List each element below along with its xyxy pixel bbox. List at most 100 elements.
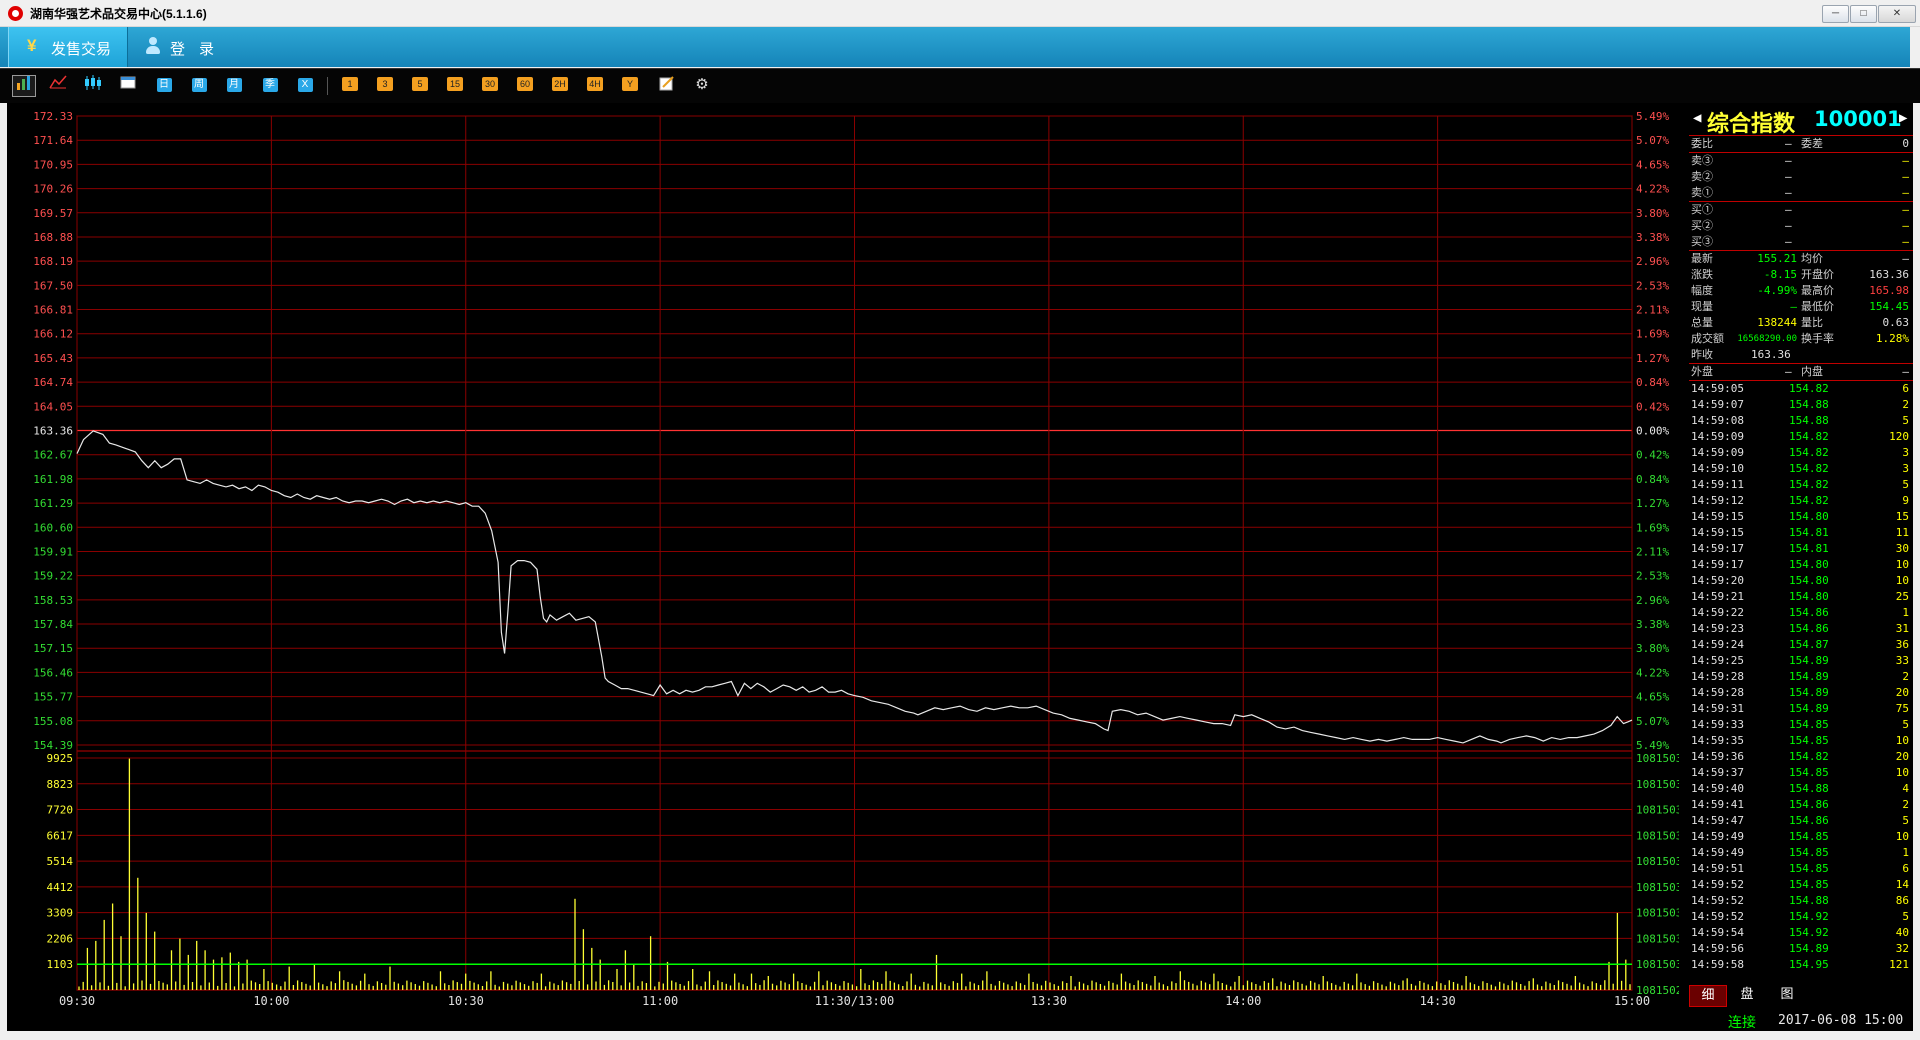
period-x-button[interactable]: X — [294, 75, 316, 95]
close-button[interactable]: ✕ — [1878, 5, 1916, 23]
time-tick-label: 09:30 — [59, 994, 95, 1008]
tick-row: 14:59:58 154.95 121 — [1689, 957, 1913, 973]
weibi-value: — — [1785, 137, 1792, 150]
calendar-button[interactable] — [117, 75, 139, 95]
tick-row: 14:59:17 154.81 30 — [1689, 541, 1913, 557]
nav-edge — [1910, 27, 1920, 67]
stat-label: 最低价 — [1801, 300, 1834, 313]
year-button[interactable]: Y — [619, 75, 641, 95]
price-tick-label: 164.05 — [33, 400, 73, 413]
tick-volume: 5 — [1902, 718, 1909, 731]
tick-time: 14:59:35 — [1691, 734, 1744, 747]
period-season-label: 季 — [262, 78, 278, 92]
prev-instrument-icon[interactable]: ◀ — [1693, 110, 1701, 126]
price-tick-label: 170.95 — [33, 158, 73, 171]
volume-tick-label: 3309 — [47, 907, 74, 920]
weibi-row: 委比 — 委差 0 — [1689, 136, 1913, 152]
tick-price: 154.82 — [1789, 462, 1829, 475]
stat-row: 总量 138244 量比 0.63 — [1689, 315, 1913, 331]
line-chart-button[interactable] — [47, 75, 69, 95]
hour-4-label: 4H — [587, 77, 603, 91]
volume-right-label: 10815036 — [1636, 804, 1679, 817]
tick-volume: 20 — [1895, 686, 1909, 699]
line-chart-icon — [49, 75, 67, 89]
volume-tick-label: 4412 — [47, 881, 74, 894]
status-bar: 连接 2017-06-08 15:00 — [1682, 1009, 1913, 1031]
price-tick-label: 155.77 — [33, 691, 73, 704]
tick-price: 154.81 — [1789, 526, 1829, 539]
hour-4-button[interactable]: 4H — [584, 75, 606, 95]
tick-row: 14:59:28 154.89 20 — [1689, 685, 1913, 701]
tick-time: 14:59:07 — [1691, 398, 1744, 411]
tick-row: 14:59:24 154.87 36 — [1689, 637, 1913, 653]
stat-row: 涨跌 -8.15 开盘价 163.36 — [1689, 267, 1913, 283]
tick-time: 14:59:10 — [1691, 462, 1744, 475]
ask-volume: — — [1902, 170, 1909, 183]
tick-volume: 86 — [1895, 894, 1909, 907]
tick-price: 154.88 — [1789, 894, 1829, 907]
tick-row: 14:59:05 154.82 6 — [1689, 381, 1913, 397]
minute-30-button[interactable]: 30 — [479, 75, 501, 95]
tick-volume: 1 — [1902, 606, 1909, 619]
tick-volume: 75 — [1895, 702, 1909, 715]
volume-tick-label: 5514 — [47, 855, 74, 868]
minute-3-button[interactable]: 3 — [374, 75, 396, 95]
period-season-button[interactable]: 季 — [259, 75, 281, 95]
next-instrument-icon[interactable]: ▶ — [1899, 110, 1907, 126]
timeshare-chart-button[interactable] — [12, 75, 36, 97]
period-month-button[interactable]: 月 — [223, 75, 245, 95]
minute-60-button[interactable]: 60 — [514, 75, 536, 95]
tick-time: 14:59:51 — [1691, 862, 1744, 875]
tab-chart[interactable]: 图 — [1769, 985, 1805, 1005]
tick-time: 14:59:56 — [1691, 942, 1744, 955]
ask-row: 卖② — — — [1689, 169, 1913, 185]
volume-right-label: 10815033 — [1636, 881, 1679, 894]
ask-label: 卖① — [1691, 186, 1713, 199]
tab-detail[interactable]: 细 — [1689, 985, 1727, 1007]
tab-book[interactable]: 盘 — [1729, 985, 1765, 1005]
hour-2-button[interactable]: 2H — [549, 75, 571, 95]
minimize-button[interactable]: ─ — [1822, 5, 1849, 23]
tick-price: 154.92 — [1789, 910, 1829, 923]
draw-tool-button[interactable] — [656, 75, 678, 95]
price-tick-label: 171.64 — [33, 134, 73, 147]
year-label: Y — [622, 77, 638, 91]
price-tick-label: 161.29 — [33, 497, 73, 510]
prev-close-value: 163.36 — [1751, 348, 1791, 361]
tick-volume: 2 — [1902, 398, 1909, 411]
tick-price: 154.89 — [1789, 942, 1829, 955]
tick-price: 154.85 — [1789, 734, 1829, 747]
period-x-label: X — [297, 78, 313, 92]
tick-price: 154.89 — [1789, 702, 1829, 715]
settings-button[interactable]: ⚙ — [691, 75, 713, 95]
tick-time: 14:59:52 — [1691, 894, 1744, 907]
main-panel: 172.33 5.49% 171.64 5.07% 170.95 4.65% 170.26 4… — [7, 103, 1913, 1031]
inner-label: 内盘 — [1801, 365, 1823, 378]
price-tick-label: 157.84 — [33, 618, 73, 631]
yuan-icon: ¥ — [27, 36, 37, 55]
minute-1-button[interactable]: 1 — [339, 75, 361, 95]
tick-row: 14:59:10 154.82 3 — [1689, 461, 1913, 477]
weicha-label: 委差 — [1801, 137, 1823, 150]
stat-value: — — [1902, 252, 1909, 265]
period-day-button[interactable]: 日 — [153, 75, 175, 95]
bid-row: 买① — — — [1689, 202, 1913, 218]
volume-right-label: 10815030 — [1636, 958, 1679, 971]
tick-volume: 11 — [1895, 526, 1909, 539]
tick-volume: 32 — [1895, 942, 1909, 955]
price-tick-label: 172.33 — [33, 110, 73, 123]
bid-price: — — [1785, 235, 1792, 248]
tick-time: 14:59:36 — [1691, 750, 1744, 763]
pct-tick-label: 1.69% — [1636, 521, 1669, 534]
tab-login[interactable]: 登录 — [140, 27, 250, 67]
minute-15-button[interactable]: 15 — [444, 75, 466, 95]
minute-5-button[interactable]: 5 — [409, 75, 431, 95]
stat-label: 涨跌 — [1691, 268, 1713, 281]
tab-sale-trade[interactable]: ¥ 发售交易 — [8, 27, 128, 67]
kline-chart-button[interactable] — [82, 75, 104, 95]
tick-volume: 121 — [1889, 958, 1909, 971]
period-week-button[interactable]: 周 — [188, 75, 210, 95]
tick-price: 154.92 — [1789, 926, 1829, 939]
time-tick-label: 10:00 — [253, 994, 289, 1008]
maximize-button[interactable]: □ — [1850, 5, 1877, 23]
